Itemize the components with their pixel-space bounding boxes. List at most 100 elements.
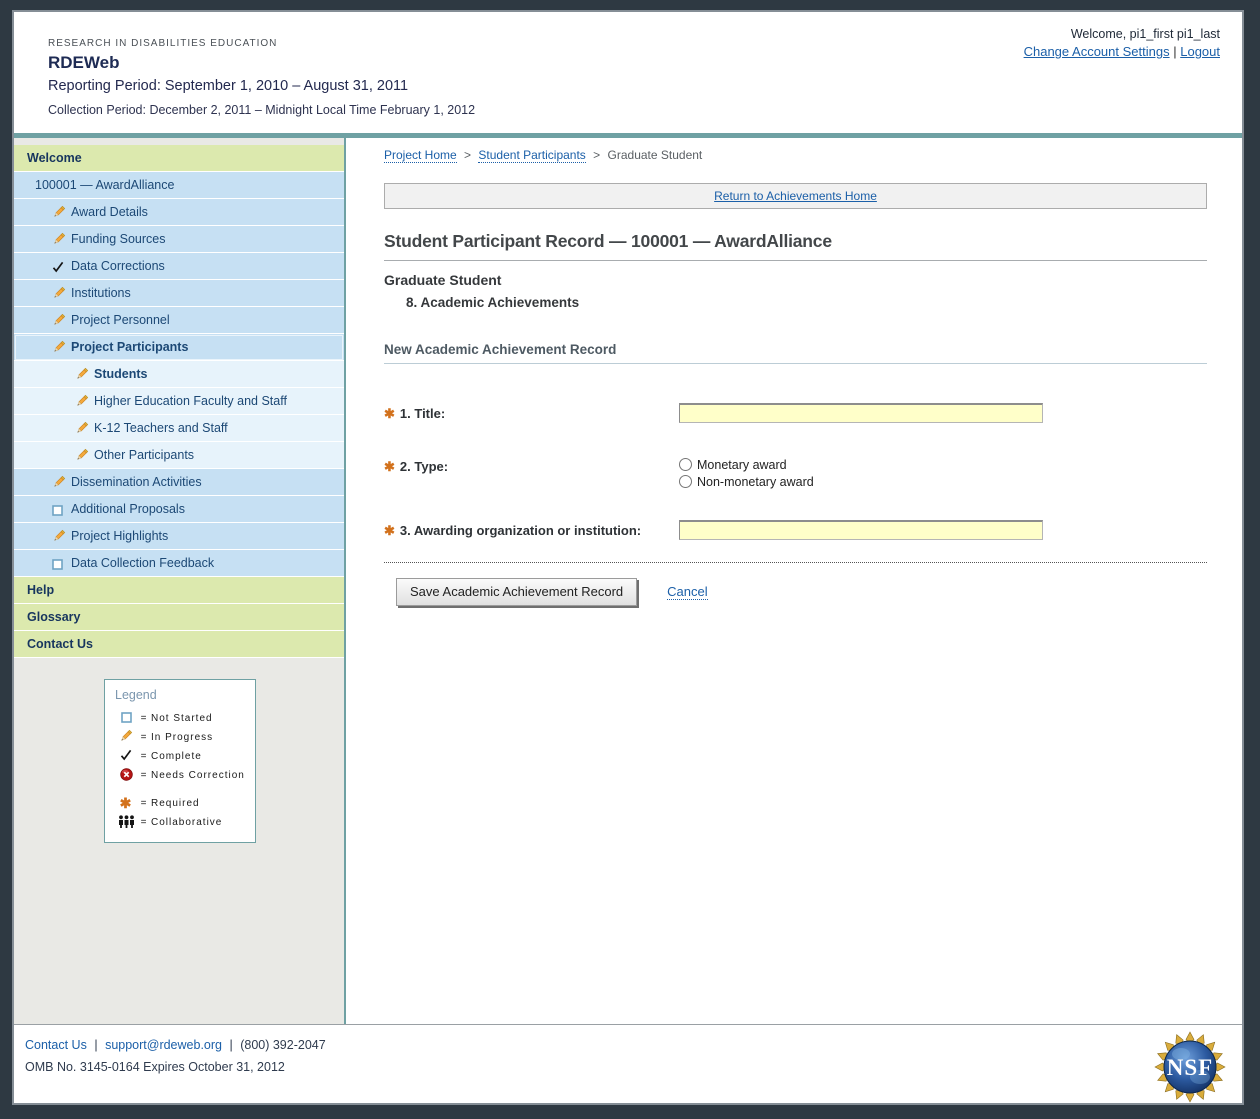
check-icon: [52, 254, 69, 280]
legend-equals: =: [137, 798, 151, 809]
pencil-icon: [52, 281, 69, 307]
sidebar-item-students[interactable]: Students: [14, 361, 344, 388]
sidebar-item-data-corrections[interactable]: Data Corrections: [14, 253, 344, 280]
save-academic-achievement-button[interactable]: Save Academic Achievement Record: [396, 578, 637, 606]
sidebar-item-award-details[interactable]: Award Details: [14, 199, 344, 226]
form-separator: [384, 562, 1207, 563]
field-label-text: 3. Awarding organization or institution:: [400, 523, 641, 538]
nsf-logo-text: NSF: [1167, 1055, 1213, 1080]
title-field-row: ✱ 1. Title:: [384, 403, 1207, 423]
graduate-student-subtitle: Graduate Student: [384, 272, 1207, 288]
footer-contact-us-link[interactable]: Contact Us: [25, 1038, 87, 1052]
footer-separator: |: [229, 1038, 232, 1052]
sidebar-item-label: Additional Proposals: [71, 502, 185, 516]
title-input[interactable]: [679, 403, 1043, 423]
welcome-user: Welcome, pi1_first pi1_last: [1024, 27, 1220, 41]
breadcrumb-student-participants-link[interactable]: Student Participants: [478, 148, 585, 163]
sidebar-item-100001-awardalliance[interactable]: 100001 — AwardAlliance: [14, 172, 344, 199]
pencil-icon: [52, 470, 69, 496]
sidebar-item-dissemination-activities[interactable]: Dissemination Activities: [14, 469, 344, 496]
legend-item-needs-correction: =Needs Correction: [115, 766, 247, 785]
sidebar-item-label: Project Personnel: [71, 313, 170, 327]
footer: Contact Us | support@rdeweb.org | (800) …: [14, 1024, 1242, 1103]
required-icon: ✱: [384, 459, 395, 474]
pencil-icon: [52, 308, 69, 334]
sidebar-item-label: Students: [94, 367, 147, 381]
return-to-achievements-home-link[interactable]: Return to Achievements Home: [714, 189, 877, 203]
legend-item-label: Needs Correction: [151, 770, 245, 781]
sidebar-item-glossary[interactable]: Glossary: [14, 604, 344, 631]
non-monetary-award-radio[interactable]: [679, 475, 692, 488]
pencil-icon: [75, 416, 92, 442]
legend-item-label: In Progress: [151, 732, 213, 743]
content: Welcome 100001 — AwardAlliance Award Detai…: [14, 138, 1242, 1024]
breadcrumb-separator: >: [464, 148, 471, 162]
sidebar-item-label: Glossary: [27, 610, 81, 624]
logout-link[interactable]: Logout: [1180, 44, 1220, 59]
legend-item-complete: =Complete: [115, 747, 247, 766]
sidebar-item-welcome[interactable]: Welcome: [14, 145, 344, 172]
legend-spacer: [115, 785, 247, 794]
legend-item-not-started: =Not Started: [115, 709, 247, 728]
legend-item-label: Collaborative: [151, 817, 222, 828]
people-icon: [115, 815, 137, 831]
sidebar-item-label: Other Participants: [94, 448, 194, 462]
sidebar-item-k-12-teachers-and-staff[interactable]: K-12 Teachers and Staff: [14, 415, 344, 442]
sidebar-item-data-collection-feedback[interactable]: Data Collection Feedback: [14, 550, 344, 577]
sidebar-item-label: Data Collection Feedback: [71, 556, 214, 570]
error-icon: [115, 768, 137, 784]
legend-equals: =: [137, 770, 151, 781]
required-icon: ✱: [384, 406, 395, 421]
sidebar-item-other-participants[interactable]: Other Participants: [14, 442, 344, 469]
sidebar-item-additional-proposals[interactable]: Additional Proposals: [14, 496, 344, 523]
check-icon: [115, 749, 137, 764]
legend-equals: =: [137, 713, 151, 724]
main: Project Home > Student Participants > Gr…: [346, 138, 1242, 1024]
legend-item-in-progress: =In Progress: [115, 728, 247, 747]
sidebar-item-project-highlights[interactable]: Project Highlights: [14, 523, 344, 550]
legend-item-collaborative: =Collaborative: [115, 813, 247, 832]
breadcrumb-project-home-link[interactable]: Project Home: [384, 148, 457, 163]
sidebar-item-contact-us[interactable]: Contact Us: [14, 631, 344, 658]
sidebar-item-project-participants[interactable]: Project Participants: [14, 334, 344, 361]
pencil-icon: [52, 335, 69, 361]
awarding-organization-label: ✱3. Awarding organization or institution…: [384, 520, 679, 540]
sidebar-item-help[interactable]: Help: [14, 577, 344, 604]
footer-email-link[interactable]: support@rdeweb.org: [105, 1038, 222, 1052]
legend-equals: =: [137, 732, 151, 743]
header: RESEARCH IN DISABILITIES EDUCATION RDEWe…: [14, 12, 1242, 133]
sidebar-item-label: Dissemination Activities: [71, 475, 202, 489]
type-radio-group: Monetary award Non-monetary award: [679, 456, 814, 490]
section-heading: 8. Academic Achievements: [406, 295, 1207, 310]
monetary-award-radio[interactable]: [679, 458, 692, 471]
footer-phone: (800) 392-2047: [240, 1038, 325, 1052]
pencil-icon: [52, 200, 69, 226]
sidebar-item-institutions[interactable]: Institutions: [14, 280, 344, 307]
cancel-link[interactable]: Cancel: [667, 584, 707, 600]
monetary-award-label: Monetary award: [697, 458, 787, 472]
sidebar-nav: Welcome 100001 — AwardAlliance Award Detai…: [14, 145, 344, 658]
pencil-icon: [75, 362, 92, 388]
sidebar: Welcome 100001 — AwardAlliance Award Detai…: [14, 138, 346, 1024]
nsf-logo: NSF: [1153, 1030, 1227, 1104]
pencil-icon: [75, 389, 92, 415]
type-field-label: ✱2. Type:: [384, 456, 679, 490]
change-account-settings-link[interactable]: Change Account Settings: [1024, 44, 1170, 59]
sidebar-item-higher-education-faculty-and-staff[interactable]: Higher Education Faculty and Staff: [14, 388, 344, 415]
type-field-row: ✱2. Type: Monetary award Non-monetary aw…: [384, 456, 1207, 490]
header-right: Welcome, pi1_first pi1_last Change Accou…: [1024, 27, 1220, 59]
sidebar-item-label: Welcome: [27, 151, 82, 165]
awarding-organization-input[interactable]: [679, 520, 1043, 540]
square-icon: [52, 497, 69, 523]
legend-item-label: Not Started: [151, 713, 213, 724]
pencil-icon: [52, 524, 69, 550]
sidebar-item-label: 100001 — AwardAlliance: [35, 178, 174, 192]
sidebar-item-project-personnel[interactable]: Project Personnel: [14, 307, 344, 334]
legend-equals: =: [137, 751, 151, 762]
legend-box: Legend =Not Started=In Progress=Complete…: [104, 679, 256, 843]
non-monetary-award-option: Non-monetary award: [679, 473, 814, 490]
field-label-text: 1. Title:: [400, 406, 445, 421]
legend-title: Legend: [115, 688, 247, 702]
sidebar-item-funding-sources[interactable]: Funding Sources: [14, 226, 344, 253]
sidebar-item-label: Institutions: [71, 286, 131, 300]
